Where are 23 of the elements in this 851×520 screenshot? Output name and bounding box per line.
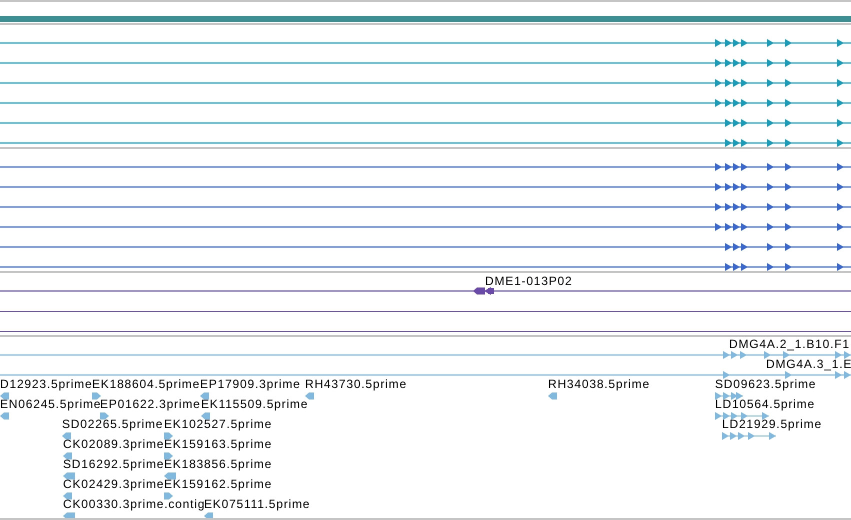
feature-label: SD02265.5prime xyxy=(62,417,164,431)
feature-label: CK02429.3prime xyxy=(63,477,164,491)
feature-label: RH43730.5prime xyxy=(305,377,407,391)
feature-label: RH34038.5prime xyxy=(548,377,650,391)
feature-label: SD16292.5prime xyxy=(63,457,164,471)
feature-label: EP01622.3prime xyxy=(100,397,201,411)
feature-label: EK075111.5prime xyxy=(204,497,310,511)
feature-label: EK188604.5prime xyxy=(92,377,200,391)
feature-label: EK183856.5prime xyxy=(164,457,272,471)
feature-label: LD21929.5prime xyxy=(722,417,822,431)
clone-label: DME1-013P02 xyxy=(485,274,573,288)
feature-label: CK00330.3prime.contig xyxy=(63,497,206,511)
feature-label: EP17909.3prime xyxy=(200,377,301,391)
feature-label: EK159163.5prime xyxy=(164,437,272,451)
feature-label: EK115509.5prime xyxy=(201,397,308,411)
read-label: DMG4A.2_1.B10.F1 xyxy=(729,337,850,351)
feature-label: CK02089.3prime xyxy=(63,437,164,451)
feature-label: SD09623.5prime xyxy=(715,377,816,391)
feature-label: D12923.5prime xyxy=(0,377,92,391)
feature-label: EK102527.5prime xyxy=(164,417,272,431)
feature-label: EN06245.5prime xyxy=(0,397,102,411)
feature-label: EK159162.5prime xyxy=(164,477,272,491)
feature-label: LD10564.5prime xyxy=(715,397,815,411)
